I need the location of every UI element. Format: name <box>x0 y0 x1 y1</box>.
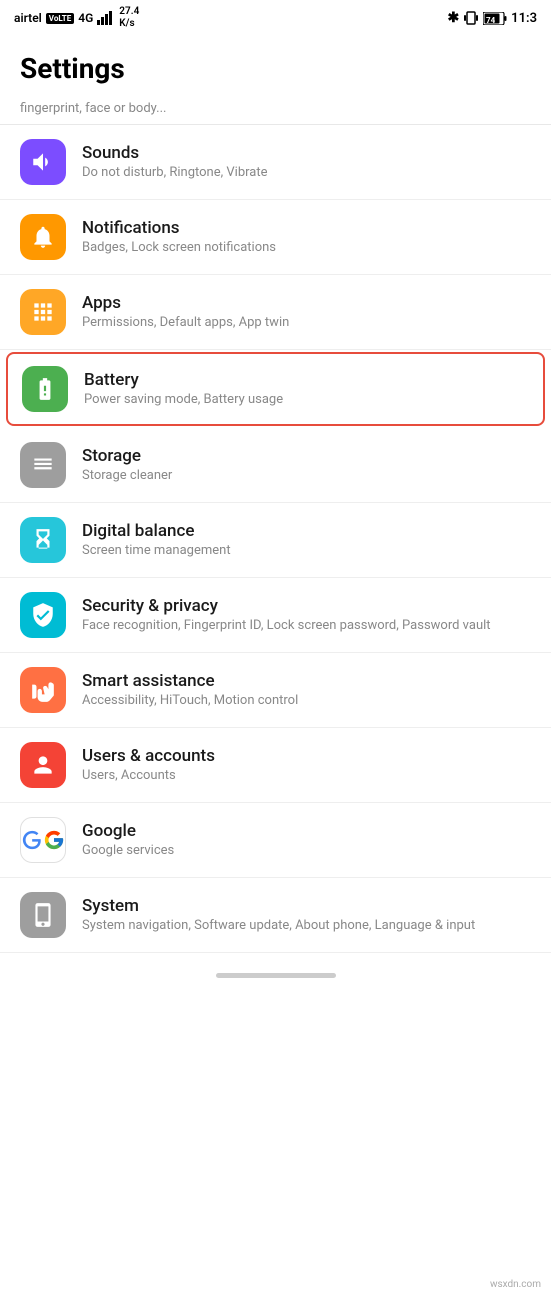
settings-item-sounds[interactable]: Sounds Do not disturb, Ringtone, Vibrate <box>0 125 551 200</box>
apps-subtitle: Permissions, Default apps, App twin <box>82 315 531 332</box>
google-subtitle: Google services <box>82 843 531 860</box>
settings-item-google[interactable]: Google Google services <box>0 803 551 878</box>
users-icon-bg <box>20 742 66 788</box>
users-accounts-title: Users & accounts <box>82 746 531 766</box>
shield-icon <box>30 602 56 628</box>
network-label: 4G <box>78 11 93 25</box>
settings-item-smart-assistance[interactable]: Smart assistance Accessibility, HiTouch,… <box>0 653 551 728</box>
smart-assistance-title: Smart assistance <box>82 671 531 691</box>
volte-badge: VoLTE <box>46 13 74 24</box>
digital-balance-icon-bg <box>20 517 66 563</box>
google-g-icon <box>43 827 65 853</box>
apps-icon-bg <box>20 289 66 335</box>
users-accounts-text: Users & accounts Users, Accounts <box>82 746 531 785</box>
system-icon-bg <box>20 892 66 938</box>
sounds-subtitle: Do not disturb, Ringtone, Vibrate <box>82 165 531 182</box>
battery-icon-bg <box>22 366 68 412</box>
sounds-text: Sounds Do not disturb, Ringtone, Vibrate <box>82 143 531 182</box>
sounds-icon-bg <box>20 139 66 185</box>
storage-text: Storage Storage cleaner <box>82 446 531 485</box>
svg-text:74: 74 <box>486 16 496 25</box>
notifications-text: Notifications Badges, Lock screen notifi… <box>82 218 531 257</box>
sounds-title: Sounds <box>82 143 531 163</box>
battery-charging-icon <box>32 376 58 402</box>
storage-icon-bg <box>20 442 66 488</box>
watermark: wsxdn.com <box>490 1279 541 1290</box>
apps-title: Apps <box>82 293 531 313</box>
hourglass-icon <box>30 527 56 553</box>
battery-text: Battery Power saving mode, Battery usage <box>84 370 529 409</box>
settings-item-battery[interactable]: Battery Power saving mode, Battery usage <box>6 352 545 426</box>
digital-balance-title: Digital balance <box>82 521 531 541</box>
smart-assistance-text: Smart assistance Accessibility, HiTouch,… <box>82 671 531 710</box>
status-right: ✱ 74 11:3 <box>447 10 537 26</box>
notifications-subtitle: Badges, Lock screen notifications <box>82 240 531 257</box>
settings-item-security-privacy[interactable]: Security & privacy Face recognition, Fin… <box>0 578 551 653</box>
system-icon <box>30 902 56 928</box>
vibrate-icon <box>463 10 479 26</box>
signal-icon <box>97 11 115 25</box>
partial-top-item: fingerprint, face or body... <box>0 93 551 125</box>
users-accounts-subtitle: Users, Accounts <box>82 768 531 785</box>
smart-assistance-icon-bg <box>20 667 66 713</box>
status-bar: airtel VoLTE 4G 27.4K/s ✱ 74 11:3 <box>0 0 551 36</box>
settings-item-system[interactable]: System System navigation, Software updat… <box>0 878 551 953</box>
security-privacy-title: Security & privacy <box>82 596 531 616</box>
digital-balance-subtitle: Screen time management <box>82 543 531 560</box>
speed-label: 27.4K/s <box>119 6 139 30</box>
google-title: Google <box>82 821 531 841</box>
system-text: System System navigation, Software updat… <box>82 896 531 935</box>
security-privacy-text: Security & privacy Face recognition, Fin… <box>82 596 531 635</box>
system-title: System <box>82 896 531 916</box>
digital-balance-text: Digital balance Screen time management <box>82 521 531 560</box>
battery-title: Battery <box>84 370 529 390</box>
settings-list: Sounds Do not disturb, Ringtone, Vibrate… <box>0 125 551 953</box>
security-privacy-subtitle: Face recognition, Fingerprint ID, Lock s… <box>82 618 531 635</box>
notifications-icon-bg <box>20 214 66 260</box>
settings-item-apps[interactable]: Apps Permissions, Default apps, App twin <box>0 275 551 350</box>
hand-icon <box>30 677 56 703</box>
notifications-title: Notifications <box>82 218 531 238</box>
bell-icon <box>30 224 56 250</box>
smart-assistance-subtitle: Accessibility, HiTouch, Motion control <box>82 693 531 710</box>
security-icon-bg <box>20 592 66 638</box>
apps-text: Apps Permissions, Default apps, App twin <box>82 293 531 332</box>
home-indicator <box>0 953 551 998</box>
google-icon-bg <box>20 817 66 863</box>
status-left: airtel VoLTE 4G 27.4K/s <box>14 6 139 30</box>
user-icon <box>30 752 56 778</box>
bluetooth-icon: ✱ <box>447 10 459 26</box>
storage-title: Storage <box>82 446 531 466</box>
settings-item-digital-balance[interactable]: Digital balance Screen time management <box>0 503 551 578</box>
page-title: Settings <box>0 36 551 93</box>
settings-item-notifications[interactable]: Notifications Badges, Lock screen notifi… <box>0 200 551 275</box>
google-text: Google Google services <box>82 821 531 860</box>
home-bar <box>216 973 336 978</box>
volume-icon <box>30 149 56 175</box>
storage-icon <box>30 452 56 478</box>
system-subtitle: System navigation, Software update, Abou… <box>82 918 531 935</box>
settings-item-users-accounts[interactable]: Users & accounts Users, Accounts <box>0 728 551 803</box>
apps-grid-icon <box>30 299 56 325</box>
carrier-label: airtel <box>14 11 42 25</box>
battery-level: 74 <box>483 12 507 25</box>
storage-subtitle: Storage cleaner <box>82 468 531 485</box>
google-icon <box>21 827 43 853</box>
battery-subtitle: Power saving mode, Battery usage <box>84 392 529 409</box>
settings-item-storage[interactable]: Storage Storage cleaner <box>0 428 551 503</box>
time-label: 11:3 <box>511 11 537 26</box>
